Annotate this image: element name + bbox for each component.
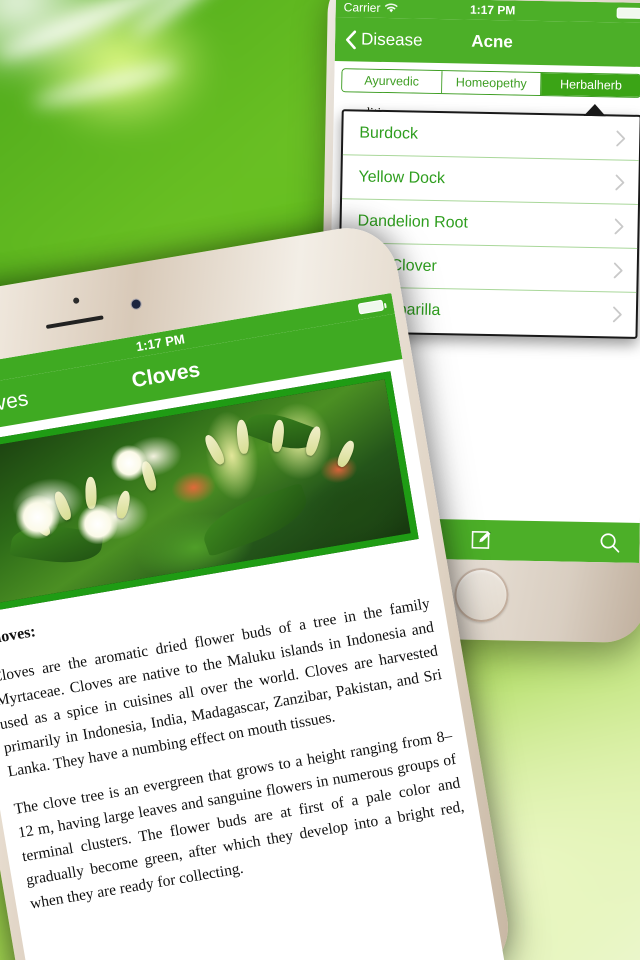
rear-back-button[interactable]: Disease: [345, 29, 423, 50]
treatment-type-segmented-control[interactable]: Ayurvedic Homeopethy Herbalherb: [341, 68, 640, 98]
tab-homeopethy[interactable]: Homeopethy: [441, 71, 542, 96]
screenshot-stage: Carrier 1:17 PM Disease Acne Ayurvedic H…: [0, 0, 640, 960]
compose-icon[interactable]: [469, 528, 493, 552]
wifi-icon: [384, 3, 398, 13]
earpiece-speaker: [45, 315, 104, 329]
list-item-label: Burdock: [359, 124, 419, 143]
list-item[interactable]: Yellow Dock: [342, 155, 639, 205]
chevron-left-icon: [346, 30, 357, 49]
list-item-label: Yellow Dock: [358, 168, 446, 187]
front-article-body: Cloves: Cloves are the aromatic dried fl…: [0, 359, 484, 919]
rear-carrier-label: Carrier: [343, 0, 381, 15]
chevron-right-icon: [612, 306, 622, 323]
rear-nav-bar: Disease Acne: [334, 17, 640, 68]
rear-back-label: Disease: [360, 29, 423, 50]
rear-segmented-control-wrap: Ayurvedic Homeopethy Herbalherb: [333, 61, 640, 105]
chevron-right-icon: [615, 174, 625, 190]
popover-arrow: [583, 103, 606, 117]
chevron-right-icon: [614, 218, 624, 234]
chevron-right-icon: [616, 130, 626, 146]
search-icon[interactable]: [598, 531, 621, 554]
home-button[interactable]: [453, 567, 509, 623]
list-item-label: Dandelion Root: [357, 212, 469, 232]
battery-full-icon: [616, 6, 640, 19]
tab-ayurvedic[interactable]: Ayurvedic: [342, 69, 443, 94]
rear-carrier-group: Carrier: [344, 0, 398, 15]
list-item[interactable]: Burdock: [342, 111, 640, 161]
chevron-right-icon: [613, 262, 623, 278]
front-camera-icon: [130, 298, 142, 310]
ambient-sensor-icon: [72, 297, 80, 305]
tab-herbalherb[interactable]: Herbalherb: [541, 73, 640, 97]
